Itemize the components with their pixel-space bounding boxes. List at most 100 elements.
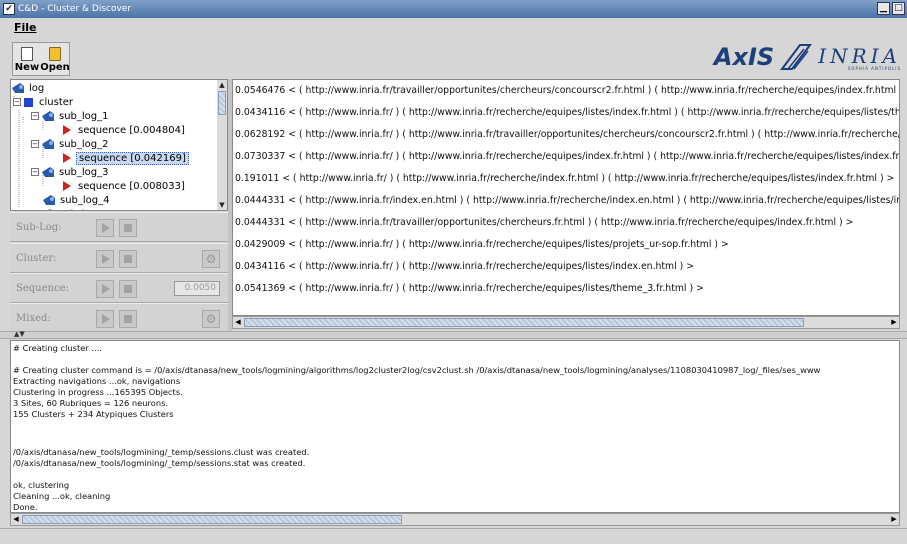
collapse-icon[interactable]: − bbox=[31, 168, 39, 176]
list-item[interactable]: 0.0546476 < ( http://www.inria.fr/travai… bbox=[235, 80, 899, 102]
tree-node-sub-log-1[interactable]: − sub_log_1 bbox=[31, 109, 111, 123]
sequence-list[interactable]: 0.0546476 < ( http://www.inria.fr/travai… bbox=[232, 79, 900, 316]
tree-node-sequence-2[interactable]: sequence [0.042169] bbox=[63, 151, 189, 165]
new-button-label: New bbox=[14, 62, 40, 73]
minimize-button[interactable]: ▁ bbox=[877, 2, 890, 15]
tree-node-sub-log-4[interactable]: sub_log_4 bbox=[43, 193, 112, 207]
scroll-down-icon[interactable]: ▼ bbox=[217, 200, 227, 210]
console-line: 155 Clusters + 234 Atypiques Clusters bbox=[13, 409, 174, 419]
tree-node-sequence-1[interactable]: sequence [0.004804] bbox=[63, 123, 187, 137]
sequence-stop-button[interactable] bbox=[119, 280, 137, 298]
tree-node-sub-log-2[interactable]: − sub_log_2 bbox=[31, 137, 111, 151]
collapse-icon[interactable]: − bbox=[13, 98, 21, 106]
scroll-up-icon[interactable]: ▲ bbox=[217, 80, 227, 90]
cluster-controls: Cluster: ⚙ bbox=[10, 243, 228, 273]
axis-logo-text: AxIS bbox=[713, 43, 775, 71]
cluster-stop-button[interactable] bbox=[119, 250, 137, 268]
system-menu-icon[interactable]: ✔ bbox=[3, 3, 15, 15]
cluster-play-button[interactable] bbox=[96, 250, 114, 268]
log-icon bbox=[42, 111, 54, 121]
inria-logo-icon bbox=[780, 44, 813, 70]
sublog-label: Sub-Log: bbox=[16, 222, 62, 233]
tree-node-sequence-3[interactable]: sequence [0.008033] bbox=[63, 179, 187, 193]
tree-node-cluster[interactable]: − cluster bbox=[13, 95, 75, 109]
new-button[interactable]: New bbox=[13, 43, 41, 75]
tree-node-label: sub_log_1 bbox=[59, 110, 109, 122]
play-sequence-icon bbox=[63, 153, 71, 163]
tree-node-sub-log-3[interactable]: − sub_log_3 bbox=[31, 165, 111, 179]
inria-logo-text: INRIA bbox=[818, 43, 901, 68]
console-line: /0/axis/dtanasa/new_tools/logmining/_tem… bbox=[13, 458, 306, 468]
tree-node-sub-log-5[interactable]: − sub_log_5 bbox=[31, 207, 111, 211]
mixed-stop-button[interactable] bbox=[119, 310, 137, 328]
sequence-play-button[interactable] bbox=[96, 280, 114, 298]
horizontal-splitter[interactable]: ▲▼ bbox=[0, 330, 907, 339]
sequence-label: Sequence: bbox=[16, 283, 69, 294]
maximize-button[interactable]: □ bbox=[892, 2, 905, 15]
open-button-label: Open bbox=[40, 62, 70, 73]
list-item[interactable]: 0.0434116 < ( http://www.inria.fr/ ) ( h… bbox=[235, 256, 694, 278]
console-output[interactable]: # Creating cluster .... # Creating clust… bbox=[10, 340, 900, 513]
cluster-settings-icon[interactable]: ⚙ bbox=[202, 250, 220, 268]
tree-node-label-selected: sequence [0.042169] bbox=[76, 151, 189, 165]
list-item[interactable]: 0.0444331 < ( http://www.inria.fr/index.… bbox=[235, 190, 899, 212]
collapse-icon[interactable]: − bbox=[31, 210, 39, 211]
tree-node-label: cluster bbox=[39, 96, 74, 108]
list-scroll-thumb[interactable] bbox=[244, 318, 804, 327]
mixed-controls: Mixed: ⚙ bbox=[10, 303, 228, 333]
play-sequence-icon bbox=[63, 181, 71, 191]
console-line: # Creating cluster command is = /0/axis/… bbox=[13, 365, 821, 375]
tree-scroll-thumb[interactable] bbox=[218, 91, 226, 115]
log-icon bbox=[43, 195, 55, 205]
log-icon bbox=[48, 209, 52, 210]
title-bar: ✔ C&D - Cluster & Discover ▁ □ bbox=[0, 0, 907, 18]
status-bar bbox=[0, 528, 907, 544]
cluster-icon bbox=[24, 97, 33, 107]
console-line: Cleaning ...ok, cleaning bbox=[13, 491, 111, 501]
console-line: ok, clustering bbox=[13, 480, 70, 490]
tree-node-label: sequence [0.008033] bbox=[78, 180, 185, 192]
console-line: 3 Sites, 60 Rubriques = 126 neurons. bbox=[13, 398, 169, 408]
list-item[interactable]: 0.0730337 < ( http://www.inria.fr/ ) ( h… bbox=[235, 146, 899, 168]
tree-node-log[interactable]: log bbox=[12, 81, 46, 95]
toolbar: New Open AxIS INRIA SOPHIA ANTIPOLIS bbox=[0, 36, 907, 78]
console-horizontal-scrollbar[interactable]: ◀ ▶ bbox=[10, 513, 900, 526]
log-icon bbox=[42, 139, 54, 149]
scroll-right-icon[interactable]: ▶ bbox=[889, 317, 899, 328]
list-item[interactable]: 0.0444331 < ( http://www.inria.fr/travai… bbox=[235, 212, 853, 234]
console-line: Clustering in progress ...165395 Objects… bbox=[13, 387, 183, 397]
list-item[interactable]: 0.0541369 < ( http://www.inria.fr/ ) ( h… bbox=[235, 278, 704, 300]
new-file-icon bbox=[21, 47, 33, 61]
list-horizontal-scrollbar[interactable]: ◀ ▶ bbox=[232, 316, 900, 329]
log-icon bbox=[42, 167, 54, 177]
console-line: Extracting navigations ...ok, navigation… bbox=[13, 376, 181, 386]
tree-node-label: sub_log_4 bbox=[60, 194, 110, 206]
logo: AxIS INRIA SOPHIA ANTIPOLIS bbox=[714, 40, 901, 74]
open-button[interactable]: Open bbox=[40, 43, 70, 75]
mixed-settings-icon[interactable]: ⚙ bbox=[202, 310, 220, 328]
console-scroll-thumb[interactable] bbox=[22, 515, 402, 524]
list-item[interactable]: 0.0628192 < ( http://www.inria.fr/ ) ( h… bbox=[235, 124, 899, 146]
sequence-threshold-field[interactable]: 0.0050 bbox=[174, 281, 220, 296]
sublog-play-button[interactable] bbox=[96, 219, 114, 237]
list-item[interactable]: 0.0429009 < ( http://www.inria.fr/ ) ( h… bbox=[235, 234, 729, 256]
log-icon bbox=[12, 83, 24, 93]
window-title: C&D - Cluster & Discover bbox=[18, 4, 132, 14]
sublog-stop-button[interactable] bbox=[119, 219, 137, 237]
scroll-left-icon[interactable]: ◀ bbox=[11, 514, 21, 525]
list-item[interactable]: 0.0434116 < ( http://www.inria.fr/ ) ( h… bbox=[235, 102, 899, 124]
collapse-icon[interactable]: − bbox=[31, 112, 39, 120]
mixed-play-button[interactable] bbox=[96, 310, 114, 328]
scroll-right-icon[interactable]: ▶ bbox=[889, 514, 899, 525]
console-line: # Creating cluster .... bbox=[13, 343, 102, 353]
console-line: Done. bbox=[13, 502, 38, 512]
collapse-icon[interactable]: − bbox=[31, 140, 39, 148]
menu-file[interactable]: File bbox=[14, 21, 37, 34]
mixed-label: Mixed: bbox=[16, 313, 51, 324]
splitter-arrows-icon[interactable]: ▲▼ bbox=[14, 330, 25, 338]
scroll-left-icon[interactable]: ◀ bbox=[233, 317, 243, 328]
log-tree[interactable]: log − cluster − sub_log_1 sequence [0.00… bbox=[10, 79, 228, 211]
list-item[interactable]: 0.191011 < ( http://www.inria.fr/ ) ( ht… bbox=[235, 168, 894, 190]
console-line: /0/axis/dtanasa/new_tools/logmining/_tem… bbox=[13, 447, 310, 457]
tree-scrollbar[interactable]: ▲ ▼ bbox=[217, 80, 227, 210]
